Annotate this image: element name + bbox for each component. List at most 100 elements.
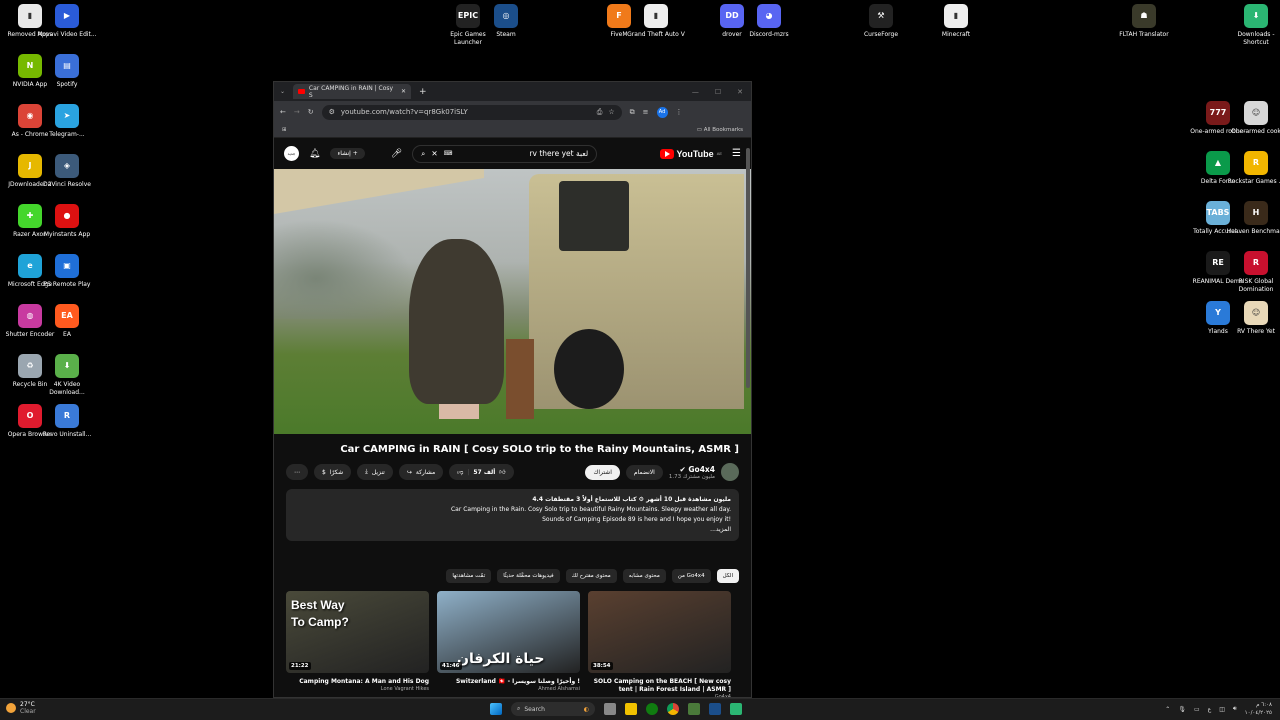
browser-window[interactable]: ⌄ Car CAMPING in RAIN | Cosy S ✕ + — ☐ ✕… [273, 81, 752, 698]
maximize-button[interactable]: ☐ [715, 88, 721, 96]
share-button[interactable]: ↪ مشاركة [398, 464, 444, 480]
recommended-channel[interactable]: Lone Vagrant Hikes [286, 686, 429, 692]
app-icon[interactable] [688, 703, 700, 715]
steam-icon[interactable] [709, 703, 721, 715]
channel-name[interactable]: ✔ Go4x4 [669, 465, 716, 474]
back-icon[interactable]: ← [280, 108, 286, 116]
weather-widget[interactable]: 27°C Clear [6, 701, 36, 715]
taskbar-search[interactable]: ⌕ Search ◐ [511, 702, 595, 716]
video-thumbnail[interactable]: حياة الكرفان 41:46 [437, 591, 580, 673]
minimize-button[interactable]: — [692, 88, 699, 96]
guide-menu-icon[interactable]: ☰ [732, 148, 741, 159]
all-bookmarks[interactable]: ▭ All Bookmarks [697, 127, 743, 133]
thanks-button[interactable]: $ شكرًا [314, 464, 352, 480]
new-tab-button[interactable]: + [419, 87, 427, 97]
desktop-shortcut[interactable]: ☺ RV There Yet [1226, 301, 1280, 336]
join-button[interactable]: الانضمام [625, 464, 663, 480]
clock[interactable]: ٦:٠٨ م ١٠/٠٤/٢٠٢٥ [1245, 701, 1272, 717]
desktop-shortcut[interactable]: H Heaven Benchma... [1226, 201, 1280, 236]
forward-icon[interactable]: → [294, 108, 300, 116]
start-icon[interactable] [490, 703, 502, 715]
desktop-shortcut[interactable]: R Revo Uninstall... [37, 404, 97, 439]
extensions-icon[interactable]: ⧉ [630, 108, 635, 117]
filter-chip[interactable]: الكل [716, 569, 739, 583]
tab-youtube[interactable]: Car CAMPING in RAIN | Cosy S ✕ [293, 84, 412, 99]
desktop-shortcut[interactable]: R Rockstar Games ... [1226, 151, 1280, 186]
volume-icon[interactable]: 🔊︎ [1233, 705, 1237, 713]
search-input[interactable]: rv there yet لعبة [529, 149, 588, 158]
desktop-shortcut[interactable]: ☺ One-armed cook [1226, 101, 1280, 136]
apps-grid-icon[interactable]: ⊞ [282, 127, 287, 133]
youtube-logo[interactable]: YouTube AE [659, 148, 722, 159]
install-app-icon[interactable]: ⎙ [597, 108, 603, 117]
recommended-title[interactable]: SOLO Camping on the BEACH [ New cosy ten… [588, 678, 731, 694]
desktop-shortcut[interactable]: ◎ Steam [476, 4, 536, 39]
filter-chip[interactable]: فيديوهات محمَّلة حديثًا [497, 569, 560, 583]
desktop-shortcut[interactable]: EA EA [37, 304, 97, 339]
like-icon[interactable]: 👍︎ [499, 468, 505, 476]
desktop-shortcut[interactable]: ▤ Spotify [37, 54, 97, 89]
display-icon[interactable]: ▭ [1194, 706, 1200, 713]
site-info-icon[interactable]: ⚙ [329, 108, 335, 116]
xbox-icon[interactable] [646, 703, 658, 715]
recommended-channel[interactable]: Ahmed Alshamsi [437, 686, 580, 692]
close-tab-icon[interactable]: ✕ [401, 88, 406, 95]
video-thumbnail[interactable]: 38:54 [588, 591, 731, 673]
video-player[interactable] [274, 169, 751, 434]
bookmark-star-icon[interactable]: ☆ [608, 108, 614, 116]
filter-chip[interactable]: من Go4x4 [671, 569, 711, 583]
clear-search-icon[interactable]: ✕ [431, 149, 437, 158]
like-dislike-button[interactable]: 👎︎ | 57 ألف 👍︎ [449, 464, 514, 480]
task-view-icon[interactable] [604, 703, 616, 715]
app-icon[interactable] [730, 703, 742, 715]
voice-search-icon[interactable]: 🎤︎ [391, 149, 402, 159]
subscribe-button[interactable]: اشتراك [585, 464, 620, 480]
media-icon[interactable]: ≡ [643, 108, 649, 116]
network-icon[interactable]: ◫ [1219, 706, 1225, 713]
recommended-title[interactable]: Camping Montana: A Man and His Dog [286, 678, 429, 686]
menu-icon[interactable]: ⋮ [676, 108, 683, 116]
recommended-video[interactable]: حياة الكرفان 41:46 Switzerland 🇨🇭 - وأخيرً… [437, 591, 580, 697]
profile-avatar[interactable]: Ad [656, 106, 668, 118]
desktop-shortcut[interactable]: R RISK Global Domination [1226, 251, 1280, 293]
desktop-shortcut[interactable]: ▶ Movavi Video Edit... [37, 4, 97, 39]
filter-chip[interactable]: محتوى مشابه [622, 569, 666, 583]
keyboard-icon[interactable]: ⌨ [444, 150, 453, 157]
account-avatar[interactable]: جديد [284, 146, 299, 161]
desktop-shortcut[interactable]: ⚒ CurseForge [851, 4, 911, 39]
show-more-link[interactable]: ...المزيد [294, 525, 731, 535]
notifications-bell-icon[interactable]: 🔔︎ [309, 149, 320, 159]
desktop-shortcut[interactable]: ⬇ Downloads - Shortcut [1226, 4, 1280, 46]
filter-chip[interactable]: محتوى مقترح لك [565, 569, 617, 583]
channel-avatar[interactable] [721, 463, 739, 481]
recommended-video[interactable]: Best Way To Camp? 21:22 Camping Montana: A… [286, 591, 429, 697]
address-bar[interactable]: ⚙ youtube.com/watch?v=qr8Gk07iSLY ⎙ ☆ [321, 104, 622, 120]
page-scrollbar[interactable] [746, 148, 750, 388]
desktop-shortcut[interactable]: ▮ Minecraft [926, 4, 986, 39]
search-icon[interactable]: ⌕ [421, 149, 425, 159]
microphone-icon[interactable]: 🎙︎ [1178, 706, 1186, 713]
desktop-shortcut[interactable]: ◕ Discord-mzrs [739, 4, 799, 39]
tray-overflow-icon[interactable]: ⌃ [1165, 706, 1170, 713]
close-window-button[interactable]: ✕ [737, 88, 743, 96]
reload-icon[interactable]: ↻ [308, 108, 314, 116]
desktop-shortcut[interactable]: ▮ Grand Theft Auto V [626, 4, 686, 39]
tab-list-icon[interactable]: ⌄ [280, 88, 285, 95]
recommended-video[interactable]: 38:54 SOLO Camping on the BEACH [ New cos… [588, 591, 731, 697]
recommended-title[interactable]: Switzerland 🇨🇭 - وأخيرًا وصلنا سويسرا ! [437, 678, 580, 686]
video-thumbnail[interactable]: Best Way To Camp? 21:22 [286, 591, 429, 673]
desktop-shortcut[interactable]: ▣ PS Remote Play [37, 254, 97, 289]
download-button[interactable]: ⤓ تنزيل [357, 464, 393, 480]
language-indicator[interactable]: ع [1208, 706, 1212, 713]
desktop-shortcut[interactable]: ◈ DaVinci Resolve [37, 154, 97, 189]
chrome-icon[interactable] [667, 703, 679, 715]
desktop-shortcut[interactable]: ⬇ 4K Video Download... [37, 354, 97, 396]
filter-chip[interactable]: تمّت مشاهدتها [446, 569, 492, 583]
desktop-shortcut[interactable]: ☗ FLTAH Translator [1114, 4, 1174, 39]
file-explorer-icon[interactable] [625, 703, 637, 715]
more-actions-button[interactable]: ⋯ [286, 464, 308, 480]
desktop-shortcut[interactable]: ● Myinstants App [37, 204, 97, 239]
search-box[interactable]: ⌕ ✕ ⌨ rv there yet لعبة [412, 144, 598, 163]
create-button[interactable]: إنشاء + [330, 148, 365, 159]
description-box[interactable]: 4.4 مليون مشاهدة قبل 10 أشهر ⚙ كتاب للاس… [286, 489, 739, 541]
